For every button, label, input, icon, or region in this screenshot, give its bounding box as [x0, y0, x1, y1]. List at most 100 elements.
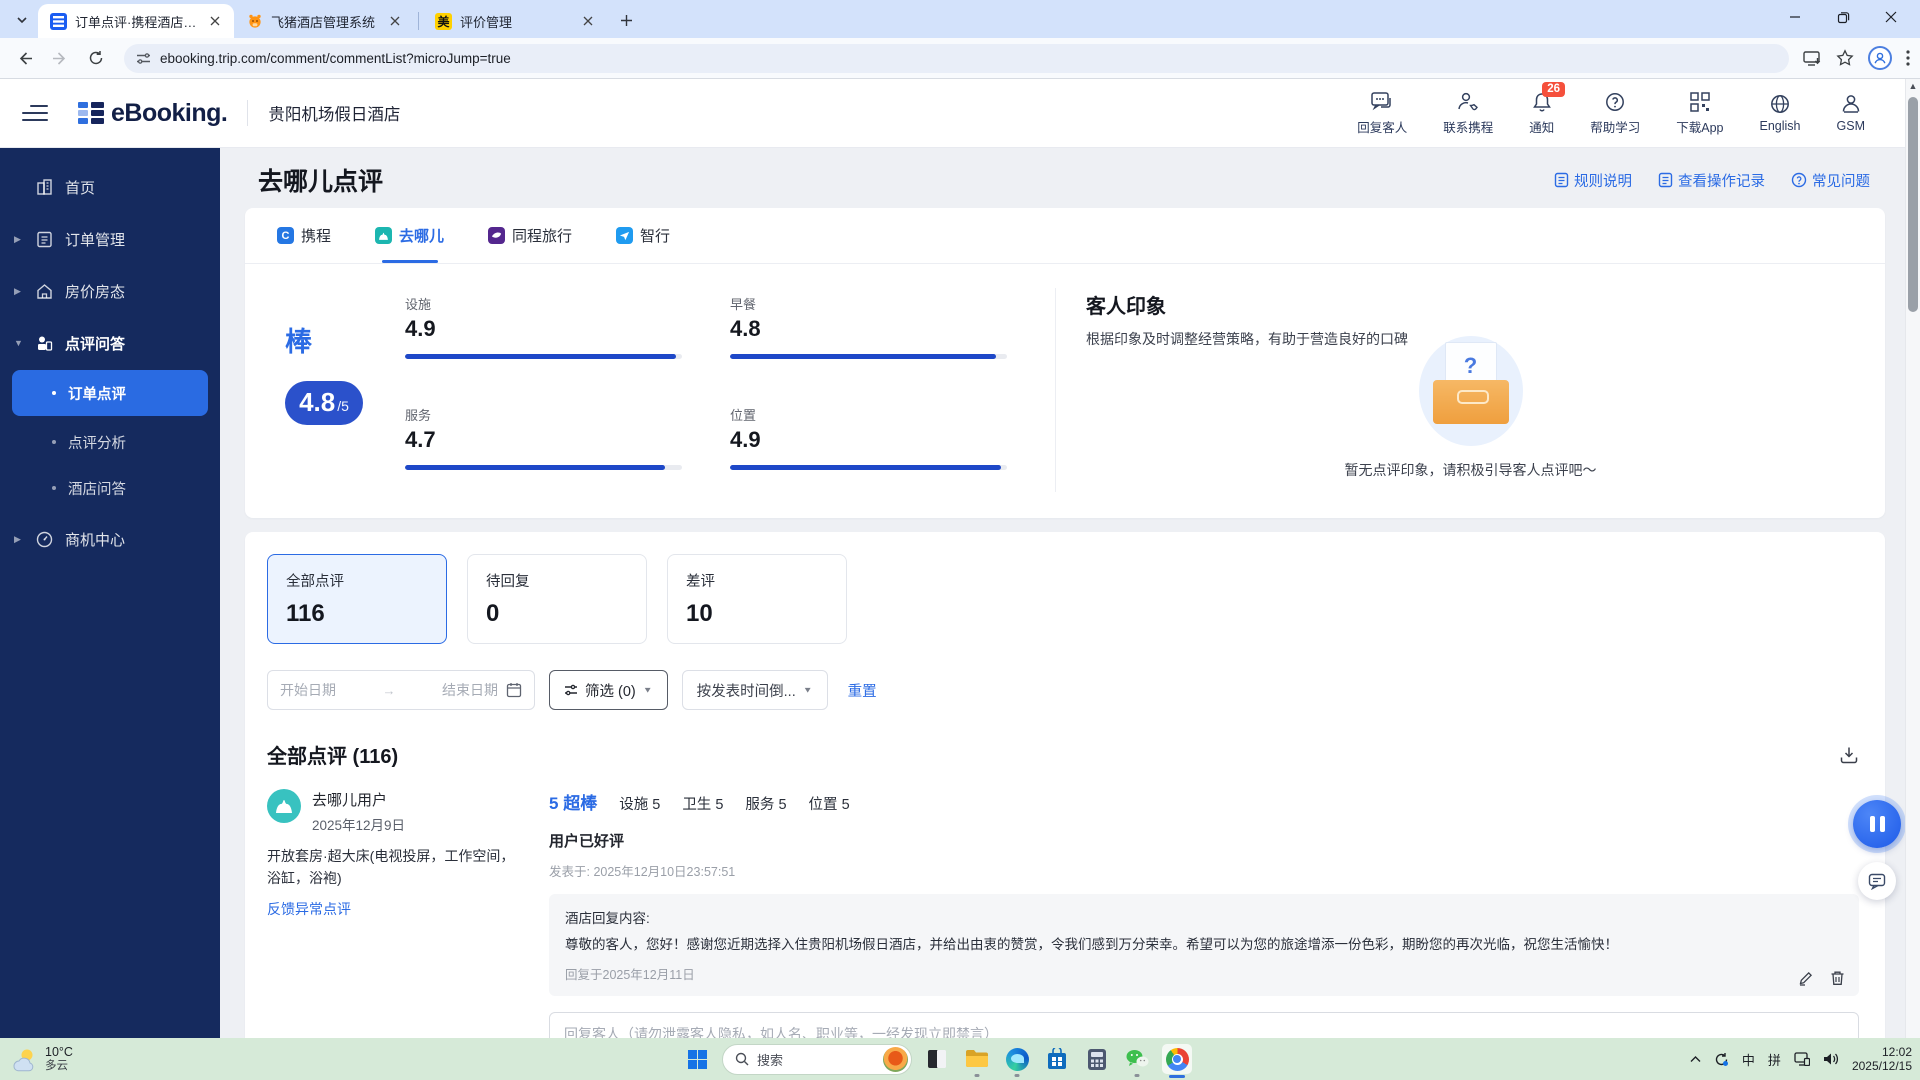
sidebar-item-room-rates[interactable]: ▶ 房价房态 [0, 268, 220, 314]
browser-profile-avatar[interactable] [1868, 46, 1892, 70]
tray-expand-icon[interactable] [1690, 1055, 1701, 1063]
category-service: 服务 4.7 [405, 405, 730, 490]
logo-text: eBooking. [111, 99, 227, 128]
action-label: English [1760, 119, 1801, 133]
reply-tools [1798, 970, 1845, 986]
sidebar-subitem-label: 酒店问答 [68, 478, 126, 499]
floating-feedback-button[interactable] [1858, 862, 1896, 900]
tab-title: 评价管理 [460, 12, 571, 31]
browser-menu-icon[interactable] [1906, 50, 1910, 66]
reload-icon[interactable] [82, 44, 110, 72]
tab-close-icon[interactable] [386, 12, 404, 30]
edit-icon[interactable] [1798, 970, 1814, 986]
window-minimize-button[interactable] [1780, 4, 1810, 30]
browser-tab-fliggy[interactable]: 飞猪酒店管理系统 [234, 4, 414, 38]
sidebar-item-orders[interactable]: ▶ 订单管理 [0, 216, 220, 262]
category-name: 设施 [405, 294, 682, 313]
sidebar-item-reviews[interactable]: ▼ 点评问答 [0, 320, 220, 366]
sidebar-subitem-label: 点评分析 [68, 432, 126, 453]
wechat-button[interactable] [1122, 1044, 1152, 1074]
tab-tongcheng[interactable]: 同程旅行 [488, 208, 572, 263]
help-learning-button[interactable]: 帮助学习 [1590, 91, 1640, 136]
edge-button[interactable] [1002, 1044, 1032, 1074]
microsoft-store-button[interactable] [1042, 1044, 1072, 1074]
volume-icon[interactable] [1823, 1052, 1839, 1066]
menu-toggle-icon[interactable] [22, 100, 48, 126]
site-info-icon[interactable] [136, 51, 151, 66]
tab-close-icon[interactable] [579, 12, 597, 30]
report-abnormal-link[interactable]: 反馈异常点评 [267, 899, 351, 919]
network-monitor-icon[interactable] [1794, 1052, 1810, 1066]
ime-language-indicator[interactable]: 中 [1742, 1050, 1755, 1069]
scrollbar-thumb[interactable] [1908, 97, 1918, 312]
sidebar-subitem-order-reviews[interactable]: 订单点评 [12, 370, 208, 416]
taskbar-search[interactable]: 搜索 [722, 1044, 912, 1075]
filter-sliders-icon [564, 683, 578, 697]
language-button[interactable]: English [1760, 93, 1801, 133]
taskbar-clock[interactable]: 12:02 2025/12/15 [1852, 1045, 1912, 1074]
floating-assistant-button[interactable] [1853, 800, 1901, 848]
delete-icon[interactable] [1830, 970, 1845, 986]
progress-track [730, 354, 1007, 359]
stat-all-reviews[interactable]: 全部点评 116 [267, 554, 447, 644]
browser-tab-meituan[interactable]: 美 评价管理 [423, 4, 607, 38]
tab-qunar[interactable]: 去哪儿 [375, 208, 444, 263]
rating-score-badge: 4.8 /5 [285, 381, 363, 425]
stat-bad-reviews[interactable]: 差评 10 [667, 554, 847, 644]
weather-widget[interactable]: 10°C 多云 [10, 1045, 73, 1073]
camel-icon [274, 797, 294, 815]
start-button[interactable] [682, 1044, 712, 1074]
browser-tab-ebooking[interactable]: 订单点评·携程酒店eBooking [38, 4, 234, 38]
taskbar: 10°C 多云 搜索 [0, 1038, 1920, 1080]
reviews-card: 全部点评 116 待回复 0 差评 10 开始日期 → 结束日期 [245, 532, 1885, 1038]
download-icon[interactable] [1839, 745, 1859, 765]
tab-search-chevron-icon[interactable] [8, 6, 36, 34]
forward-icon[interactable] [46, 44, 74, 72]
rating-categories: 设施 4.9 早餐 4.8 服务 4.7 位置 [405, 264, 1055, 516]
sidebar-item-business-center[interactable]: ▶ 商机中心 [0, 516, 220, 562]
ime-mode-indicator[interactable]: 拼 [1768, 1050, 1781, 1069]
faq-link[interactable]: 常见问题 [1791, 170, 1870, 191]
contact-ctrip-button[interactable]: 联系携程 [1443, 91, 1493, 136]
sidebar-subitem-review-analysis[interactable]: 点评分析 [0, 420, 220, 464]
doc-icon [1554, 172, 1569, 188]
new-tab-button[interactable] [613, 7, 639, 33]
sync-icon[interactable] [1714, 1052, 1729, 1067]
reset-button[interactable]: 重置 [848, 680, 877, 701]
operation-log-link[interactable]: 查看操作记录 [1658, 170, 1765, 191]
bookmark-star-icon[interactable] [1836, 49, 1854, 67]
window-close-button[interactable] [1876, 4, 1906, 30]
tab-close-icon[interactable] [206, 12, 224, 30]
chrome-button[interactable] [1162, 1044, 1192, 1074]
sidebar-item-home[interactable]: 首页 [0, 164, 220, 210]
reply-content: 尊敬的客人，您好！感谢您近期选择入住贵阳机场假日酒店，并给出由衷的赞赏，令我们感… [565, 935, 1843, 955]
sort-dropdown[interactable]: 按发表时间倒... ▼ [682, 670, 828, 710]
file-explorer-button[interactable] [962, 1044, 992, 1074]
calculator-button[interactable] [1082, 1044, 1112, 1074]
download-app-button[interactable]: 下载App [1676, 91, 1723, 136]
window-restore-button[interactable] [1828, 4, 1858, 30]
account-button[interactable]: GSM [1837, 93, 1865, 133]
stat-pending-reply[interactable]: 待回复 0 [467, 554, 647, 644]
scroll-up-arrow[interactable]: ▲ [1906, 79, 1920, 93]
review-list-header: 全部点评 (116) [245, 710, 1885, 769]
weather-icon [10, 1046, 38, 1072]
sidebar-item-label: 商机中心 [65, 529, 125, 550]
reply-guest-button[interactable]: 回复客人 [1357, 91, 1407, 136]
reply-input[interactable] [549, 1012, 1859, 1038]
tab-zhixing[interactable]: 智行 [616, 208, 670, 263]
category-name: 位置 [730, 405, 1007, 424]
back-icon[interactable] [10, 44, 38, 72]
notifications-button[interactable]: 26 通知 [1529, 91, 1554, 136]
task-view-button[interactable] [922, 1044, 952, 1074]
date-range-input[interactable]: 开始日期 → 结束日期 [267, 670, 535, 710]
install-app-icon[interactable] [1803, 50, 1822, 67]
progress-track [405, 354, 682, 359]
tab-ctrip[interactable]: C 携程 [277, 208, 331, 263]
empty-box-illustration: ? [1419, 336, 1523, 446]
sidebar-subitem-hotel-qa[interactable]: 酒店问答 [0, 466, 220, 510]
address-bar[interactable]: ebooking.trip.com/comment/commentList?mi… [124, 44, 1789, 73]
rules-link[interactable]: 规则说明 [1554, 170, 1632, 191]
review-posted-time: 发表于: 2025年12月10日23:57:51 [549, 861, 1859, 880]
filter-button[interactable]: 筛选 (0) ▼ [549, 670, 668, 710]
